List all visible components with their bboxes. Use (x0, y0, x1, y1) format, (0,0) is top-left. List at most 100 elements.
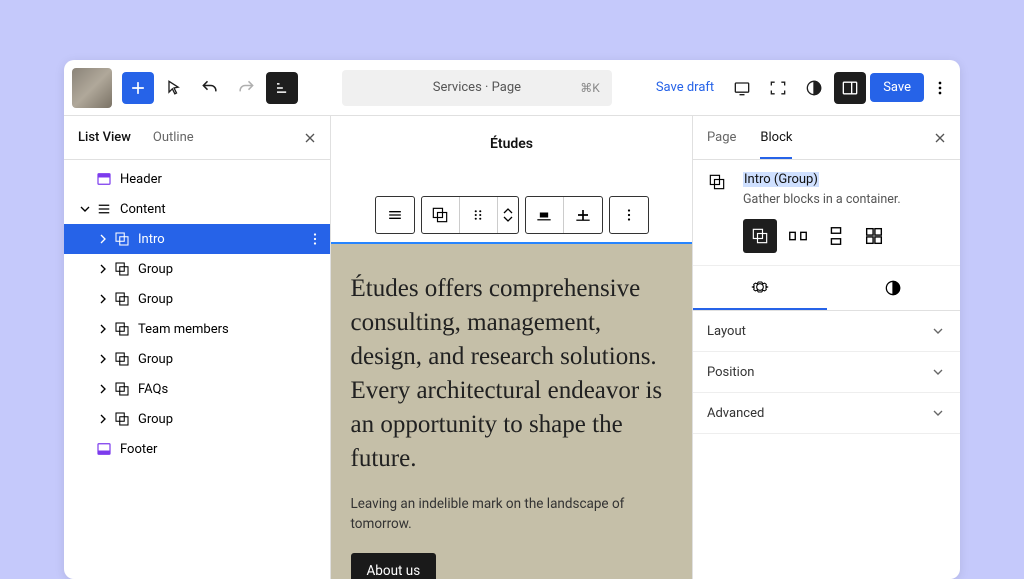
tree-label: Intro (138, 232, 165, 247)
chevron-down-icon (930, 364, 946, 380)
row-options-button[interactable] (306, 230, 324, 248)
tree-row[interactable]: Group (64, 254, 330, 284)
group-icon (112, 259, 132, 279)
save-button[interactable]: Save (870, 73, 924, 102)
chevron-down-icon (930, 323, 946, 339)
block-info: Intro (Group) Gather blocks in a contain… (693, 160, 960, 266)
tree-row[interactable]: Header (64, 164, 330, 194)
chevron-icon[interactable] (94, 320, 112, 338)
variation-stack[interactable] (819, 219, 853, 253)
inserter-button[interactable] (122, 72, 154, 104)
chevron-icon[interactable] (94, 230, 112, 248)
document-title-bar[interactable]: Services · Page ⌘K (342, 70, 612, 106)
chevron-down-icon (930, 405, 946, 421)
settings-tabs: Page Block (693, 116, 960, 160)
tree-label: Header (120, 172, 162, 187)
command-shortcut: ⌘K (580, 81, 600, 95)
section-advanced[interactable]: Advanced (693, 393, 960, 434)
save-draft-link[interactable]: Save draft (656, 80, 714, 95)
footer-icon (94, 439, 114, 459)
block-type-button[interactable] (422, 197, 460, 233)
tab-page[interactable]: Page (707, 118, 736, 157)
tree-label: Group (138, 412, 173, 427)
intro-paragraph[interactable]: Leaving an indelible mark on the landsca… (351, 494, 673, 535)
block-options-button[interactable] (610, 197, 648, 233)
tab-outline[interactable]: Outline (153, 130, 194, 145)
align-button[interactable] (526, 197, 564, 233)
chevron-icon[interactable] (94, 350, 112, 368)
section-position[interactable]: Position (693, 352, 960, 393)
select-tool-button[interactable] (158, 72, 190, 104)
subtab-settings[interactable] (693, 266, 827, 310)
top-toolbar: Services · Page ⌘K Save draft Save (64, 60, 960, 116)
tree-row[interactable]: Team members (64, 314, 330, 344)
close-settings-button[interactable] (932, 130, 948, 146)
group-variations (743, 219, 901, 253)
tree-row[interactable]: Group (64, 284, 330, 314)
tree-row[interactable]: Footer (64, 434, 330, 464)
tab-list-view[interactable]: List View (78, 130, 131, 145)
editor-body: List View Outline Header Content Intro Grou… (64, 116, 960, 579)
tree-label: Footer (120, 442, 157, 457)
block-toolbar (375, 196, 649, 234)
list-view-panel: List View Outline Header Content Intro Grou… (64, 116, 331, 579)
group-icon (112, 349, 132, 369)
group-icon (112, 319, 132, 339)
group-icon (112, 379, 132, 399)
group-icon (112, 229, 132, 249)
tree-row[interactable]: Content (64, 194, 330, 224)
content-icon (94, 199, 114, 219)
group-icon (112, 289, 132, 309)
section-label: Advanced (707, 406, 764, 421)
undo-button[interactable] (194, 72, 226, 104)
document-title: Services · Page (433, 80, 521, 95)
redo-button[interactable] (230, 72, 262, 104)
intro-heading[interactable]: Études offers comprehensive consulting, … (351, 272, 673, 476)
chevron-icon[interactable] (94, 410, 112, 428)
block-description: Gather blocks in a container. (743, 192, 901, 207)
settings-panel: Page Block Intro (Group) Gather blocks i… (692, 116, 960, 579)
tree-label: Group (138, 352, 173, 367)
editor-window: Services · Page ⌘K Save draft Save List … (64, 60, 960, 579)
justify-button[interactable] (564, 197, 602, 233)
group-icon (707, 172, 727, 192)
variation-row[interactable] (781, 219, 815, 253)
tree-row[interactable]: Group (64, 344, 330, 374)
editor-canvas[interactable]: Études (331, 116, 692, 579)
chevron-icon[interactable] (94, 380, 112, 398)
chevron-icon[interactable] (94, 260, 112, 278)
desktop-preview-button[interactable] (726, 72, 758, 104)
tree-row[interactable]: FAQs (64, 374, 330, 404)
close-list-view-button[interactable] (302, 130, 318, 146)
tree-label: Team members (138, 322, 229, 337)
settings-panel-toggle[interactable] (834, 72, 866, 104)
variation-grid[interactable] (857, 219, 891, 253)
intro-group-block[interactable]: Études offers comprehensive consulting, … (331, 242, 692, 579)
tree-label: Content (120, 202, 166, 217)
fullscreen-button[interactable] (762, 72, 794, 104)
tree-label: Group (138, 292, 173, 307)
site-title[interactable]: Études (490, 136, 533, 152)
chevron-icon[interactable] (76, 200, 94, 218)
block-title: Intro (Group) (743, 172, 819, 187)
tree-row[interactable]: Group (64, 404, 330, 434)
inspector-sections: Layout Position Advanced (693, 311, 960, 434)
more-menu-button[interactable] (928, 78, 952, 98)
drag-handle[interactable] (460, 197, 498, 233)
site-thumbnail[interactable] (72, 68, 112, 108)
contrast-button[interactable] (798, 72, 830, 104)
subtab-styles[interactable] (827, 266, 961, 310)
block-tree: Header Content Intro Group Group Team members… (64, 160, 330, 579)
listview-toggle-button[interactable] (266, 72, 298, 104)
move-up-down-buttons[interactable] (498, 197, 518, 233)
chevron-icon[interactable] (94, 290, 112, 308)
tab-block[interactable]: Block (760, 118, 792, 159)
list-view-tabs: List View Outline (64, 116, 330, 160)
inspector-subtabs (693, 266, 960, 311)
variation-group[interactable] (743, 219, 777, 253)
about-us-button[interactable]: About us (351, 553, 437, 579)
section-layout[interactable]: Layout (693, 311, 960, 352)
tree-row[interactable]: Intro (64, 224, 330, 254)
section-label: Position (707, 365, 754, 380)
parent-block-button[interactable] (376, 197, 414, 233)
